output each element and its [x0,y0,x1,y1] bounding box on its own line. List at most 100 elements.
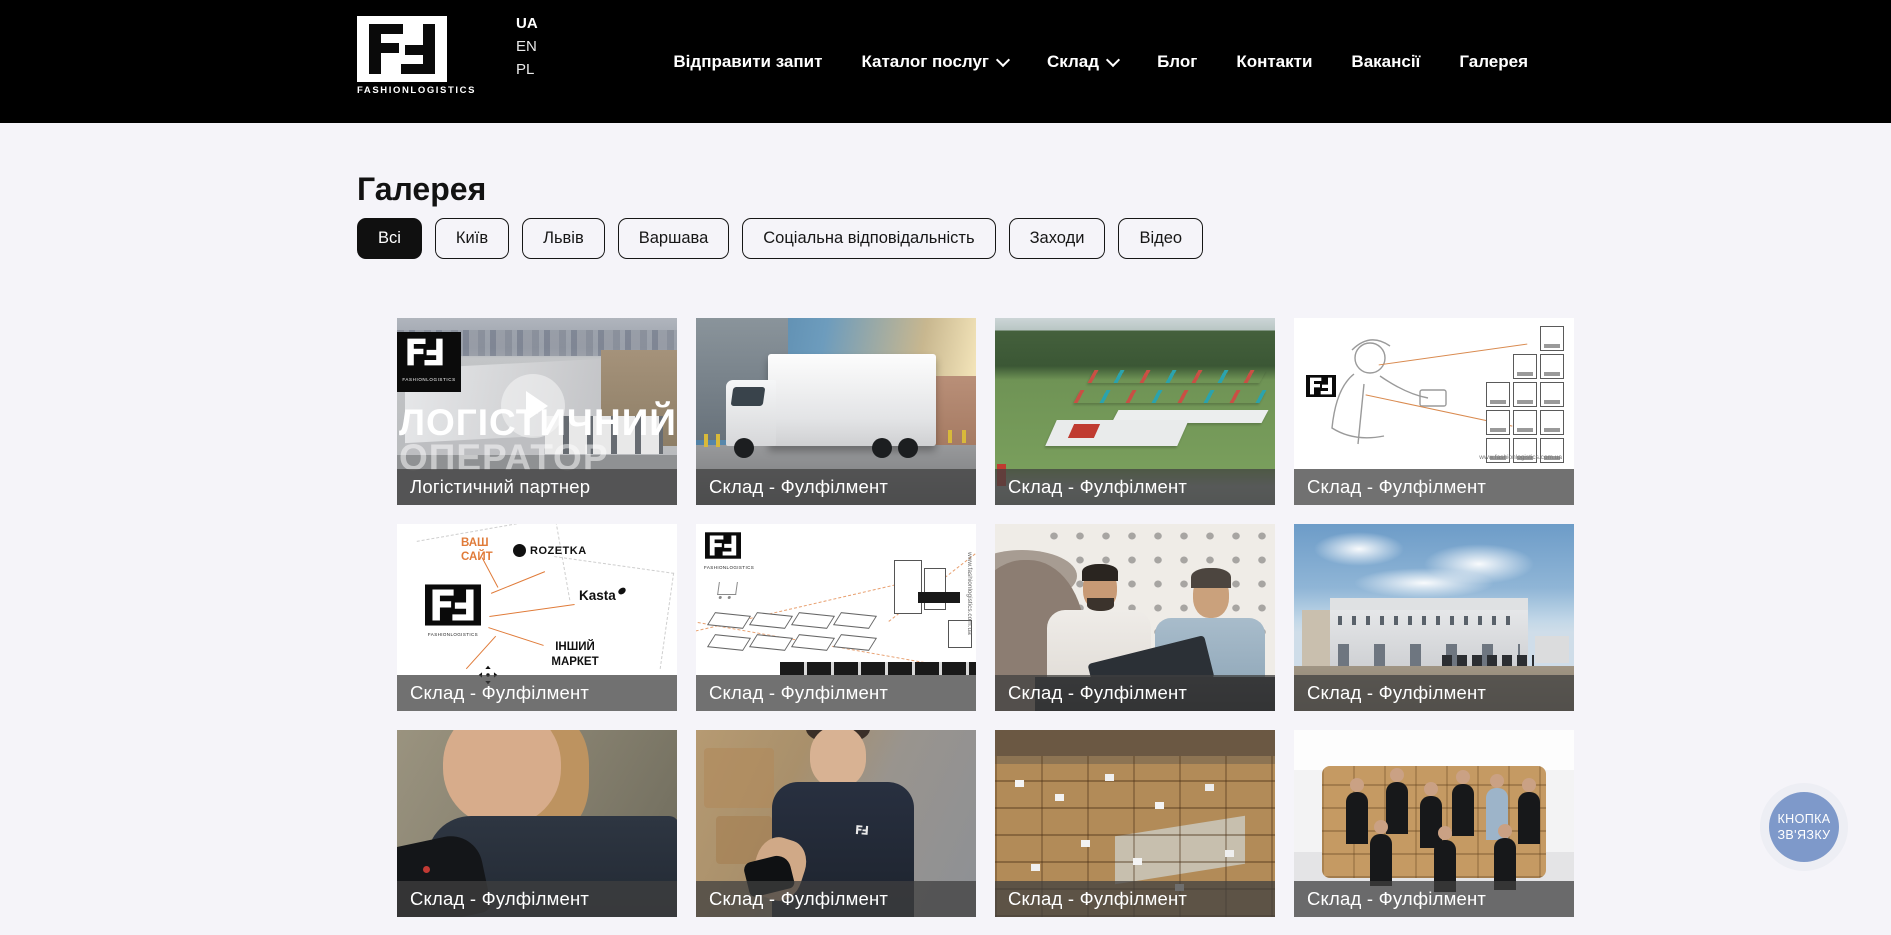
card-brand-text: FASHIONLOGISTICS [423,632,483,637]
person-silhouette [1518,792,1540,844]
gallery-caption: Склад - Фулфілмент [995,469,1275,505]
card-brand-text: FASHIONLOGISTICS [704,565,742,570]
caption-text: Склад - Фулфілмент [1307,682,1486,704]
truck-shape [1535,636,1569,663]
man1-hair-shape [1082,564,1118,581]
filter-warsaw[interactable]: Варшава [618,218,730,259]
cloud-shape [1354,568,1494,598]
cart-sketch-icon [717,582,738,595]
caption-text: Склад - Фулфілмент [709,888,888,910]
website-watermark-vertical: www.fashionlogistics.com.ua [966,552,973,635]
gallery-caption: Склад - Фулфілмент [696,469,976,505]
rack-shape [707,634,751,651]
filter-events[interactable]: Заходи [1009,218,1106,259]
contact-button-line2: ЗВ'ЯЗКУ [1777,827,1830,843]
gallery-caption: Склад - Фулфілмент [1294,881,1574,917]
server-shape [924,568,946,610]
nav-warehouse[interactable]: Склад [1047,52,1118,72]
nav-vacancies[interactable]: Вакансії [1351,52,1420,72]
chevron-down-icon [1106,52,1120,66]
lang-ua[interactable]: UA [516,16,538,32]
gallery-item-building[interactable]: Склад - Фулфілмент [1294,524,1574,711]
contact-button-face: КНОПКА ЗВ'ЯЗКУ [1769,792,1839,862]
gallery-item-aerial-park[interactable]: Склад - Фулфілмент [995,318,1275,505]
caption-text: Склад - Фулфілмент [709,476,888,498]
caption-text: Склад - Фулфілмент [410,682,589,704]
nav-gallery[interactable]: Галерея [1459,52,1528,72]
fl-logo-badge: FASHIONLOGISTICS [397,332,461,392]
racks-group [708,612,888,656]
gallery-caption: Склад - Фулфілмент [995,881,1275,917]
chevron-down-icon [996,52,1010,66]
gallery-item-scanner-worker[interactable]: Склад - Фулфілмент [397,730,677,917]
gallery-item-team[interactable]: Склад - Фулфілмент [1294,730,1574,917]
nav-services-catalog[interactable]: Каталог послуг [861,52,1008,72]
fl-chest-logo-icon [854,823,871,836]
gallery-item-warehouse-scheme[interactable]: FASHIONLOGISTICS www.fashionlogistics.co… [696,524,976,711]
nav-blog[interactable]: Блог [1157,52,1197,72]
caption-text: Склад - Фулфілмент [1008,888,1187,910]
caption-text: Склад - Фулфілмент [1008,476,1187,498]
cars-row-shape [1442,655,1534,666]
spec-cell [1540,354,1564,379]
gallery-caption: Склад - Фулфілмент [397,881,677,917]
lang-en[interactable]: EN [516,39,538,55]
rack-shape [791,634,835,651]
rack-shape [833,634,877,651]
annex-building-shape [1302,610,1332,666]
caption-text: Склад - Фулфілмент [1307,888,1486,910]
fl-logo-icon [357,16,447,82]
gallery-caption: Склад - Фулфілмент [995,675,1275,711]
fl-monogram-icon [401,334,449,370]
spec-cell [1513,410,1537,435]
main-nav: Відправити запит Каталог послуг Склад Бл… [673,0,1528,123]
logo[interactable]: FASHIONLOGISTICS [357,16,449,96]
brand-name: FASHIONLOGISTICS [357,85,449,96]
overlay-line1: ЛОГІСТИЧНИЙ [399,406,677,440]
fl-logo-card: FASHIONLOGISTICS [423,584,483,637]
filter-social-responsibility[interactable]: Соціальна відповідальність [742,218,995,259]
caption-text: Склад - Фулфілмент [1307,476,1486,498]
gallery-caption: Склад - Фулфілмент [397,675,677,711]
fl-monogram-icon [425,584,481,626]
rack-shape [707,612,751,629]
box-spec-grid [1486,326,1564,472]
person-silhouette [1346,792,1368,844]
gallery-item-boxes[interactable]: Склад - Фулфілмент [995,730,1275,917]
filter-lviv[interactable]: Львів [522,218,605,259]
person-silhouette [1386,782,1408,834]
gallery-item-marketplace-scheme[interactable]: FASHIONLOGISTICS ВАШ САЙТ ROZETKA Kasta … [397,524,677,711]
kasta-label: Kasta [579,588,626,603]
caption-text: Склад - Фулфілмент [709,682,888,704]
page-title: Галерея [357,171,486,208]
filter-all[interactable]: Всі [357,218,422,259]
gallery-item-truck[interactable]: Склад - Фулфілмент [696,318,976,505]
fl-monogram-icon [357,16,447,82]
kasta-icon [617,587,627,595]
rozetka-label: ROZETKA [513,544,587,557]
gallery-caption: Склад - Фулфілмент [696,881,976,917]
head-shape [810,730,866,788]
scanner-light-shape [423,866,430,873]
rack-shape [749,634,793,651]
rack-shape [791,612,835,629]
bollard-shape [948,430,952,443]
filter-kyiv[interactable]: Київ [435,218,509,259]
nav-contacts[interactable]: Контакти [1236,52,1312,72]
wheel-shape [872,438,892,458]
conveyor-bar-shape [780,662,976,675]
wheel-shape [734,438,754,458]
nav-send-request[interactable]: Відправити запит [673,52,822,72]
gallery-item-sketch[interactable]: www.fashionlogistics.com.ua Склад - Фулф… [1294,318,1574,505]
gallery-item-meeting[interactable]: Склад - Фулфілмент [995,524,1275,711]
bollard-shape [716,434,720,447]
rozetka-icon [513,544,526,557]
contact-floating-button[interactable]: КНОПКА ЗВ'ЯЗКУ [1760,783,1848,871]
filter-video[interactable]: Відео [1118,218,1203,259]
lang-pl[interactable]: PL [516,62,538,78]
gallery-item-video[interactable]: FASHIONLOGISTICS ЛОГІСТИЧНИЙ ОПЕРАТОР Ло… [397,318,677,505]
gallery-item-scanner-worker-2[interactable]: Склад - Фулфілмент [696,730,976,917]
blurred-box-shape [704,748,774,808]
nav-label: Каталог послуг [861,52,989,72]
gallery-page: FASHIONLOGISTICS UA EN PL Відправити зап… [0,0,1891,935]
